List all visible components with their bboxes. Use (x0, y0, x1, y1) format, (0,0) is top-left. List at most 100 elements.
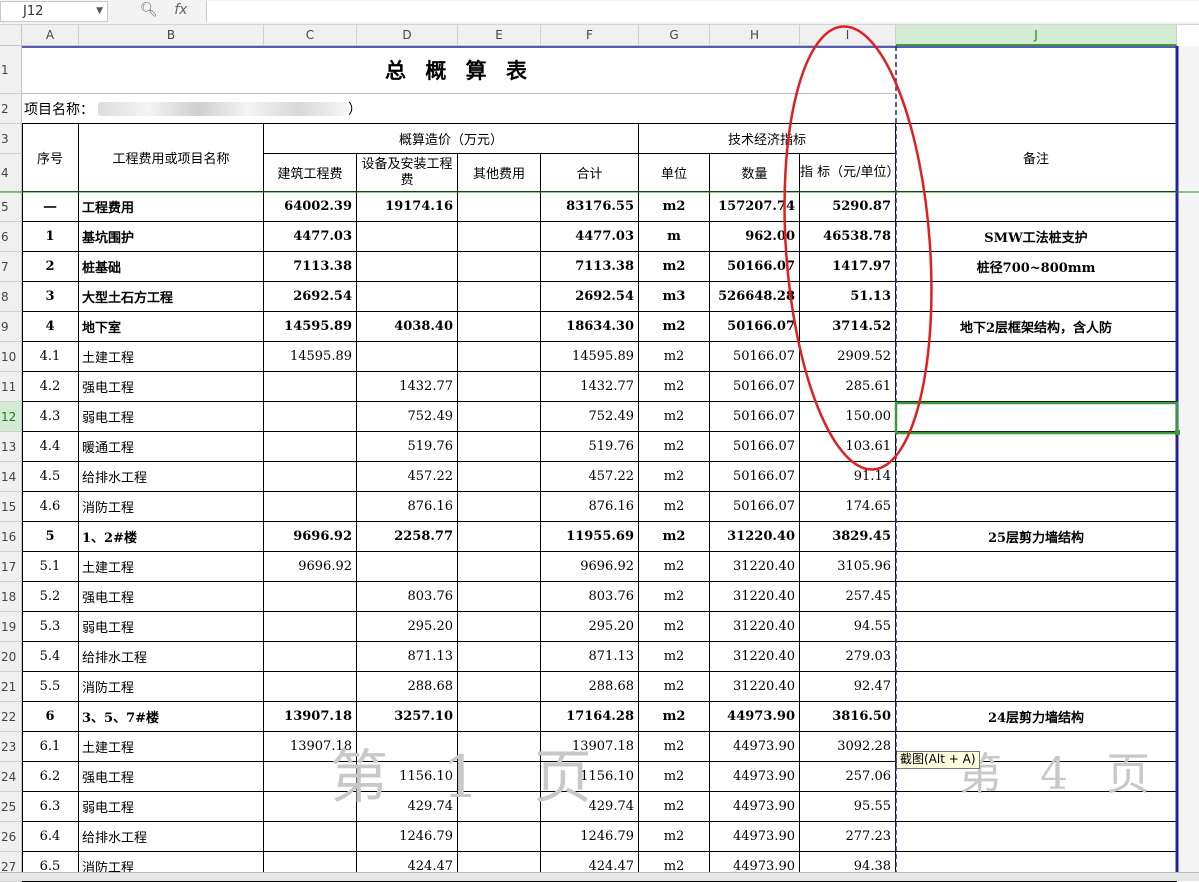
row-header-11[interactable]: 11 (0, 372, 22, 402)
table-cell-d[interactable]: 1156.10 (357, 762, 458, 792)
table-cell-name[interactable]: 弱电工程 (79, 612, 264, 642)
table-cell-c[interactable]: 14595.89 (264, 312, 357, 342)
table-cell-qty[interactable]: 31220.40 (710, 582, 800, 612)
table-cell-name[interactable]: 土建工程 (79, 342, 264, 372)
table-cell-qty[interactable]: 31220.40 (710, 672, 800, 702)
header-tech-group[interactable]: 技术经济指标 (639, 124, 896, 154)
table-cell-remark[interactable]: 25层剪力墙结构 (896, 522, 1177, 552)
table-cell-unit[interactable]: m2 (639, 402, 710, 432)
table-cell-unit[interactable]: m2 (639, 762, 710, 792)
table-cell-unit[interactable]: m (639, 222, 710, 252)
table-cell-c[interactable]: 2692.54 (264, 282, 357, 312)
table-cell-f[interactable]: 4477.03 (541, 222, 639, 252)
row-header-4[interactable]: 4 (0, 154, 22, 192)
row-header-20[interactable]: 20 (0, 642, 22, 672)
table-cell-seq[interactable]: 4.4 (22, 432, 79, 462)
table-cell-unit[interactable]: m2 (639, 372, 710, 402)
table-cell-remark[interactable] (896, 792, 1177, 822)
table-cell-seq[interactable]: 4.2 (22, 372, 79, 402)
table-cell-unit[interactable]: m2 (639, 582, 710, 612)
row-header-16[interactable]: 16 (0, 522, 22, 552)
table-cell-e[interactable] (458, 612, 541, 642)
table-cell-idx[interactable]: 51.13 (800, 282, 896, 312)
table-cell-d[interactable]: 3257.10 (357, 702, 458, 732)
row-header-3[interactable]: 3 (0, 124, 22, 154)
table-cell-remark[interactable] (896, 372, 1177, 402)
row-header-17[interactable]: 17 (0, 552, 22, 582)
table-cell-remark[interactable] (896, 402, 1177, 432)
table-cell-name[interactable]: 强电工程 (79, 762, 264, 792)
header-total[interactable]: 合计 (541, 154, 639, 192)
table-cell-remark[interactable]: 24层剪力墙结构 (896, 702, 1177, 732)
table-cell-e[interactable] (458, 792, 541, 822)
table-cell-name[interactable]: 桩基础 (79, 252, 264, 282)
table-cell-c[interactable] (264, 462, 357, 492)
table-cell-idx[interactable]: 46538.78 (800, 222, 896, 252)
table-cell-d[interactable]: 19174.16 (357, 192, 458, 222)
table-cell-remark[interactable] (896, 672, 1177, 702)
table-cell-c[interactable] (264, 432, 357, 462)
table-cell-remark[interactable] (896, 282, 1177, 312)
table-cell-name[interactable]: 强电工程 (79, 372, 264, 402)
header-remark[interactable]: 备注 (896, 124, 1177, 192)
table-cell-idx[interactable]: 3092.28 (800, 732, 896, 762)
table-cell-name[interactable]: 1、2#楼 (79, 522, 264, 552)
column-header-g[interactable]: G (639, 25, 710, 46)
table-cell-seq[interactable]: 4.1 (22, 342, 79, 372)
table-cell-f[interactable]: 18634.30 (541, 312, 639, 342)
table-cell-d[interactable] (357, 342, 458, 372)
table-cell-e[interactable] (458, 522, 541, 552)
table-cell-c[interactable]: 14595.89 (264, 342, 357, 372)
table-cell-qty[interactable]: 50166.07 (710, 402, 800, 432)
table-cell-d[interactable]: 871.13 (357, 642, 458, 672)
table-cell-qty[interactable]: 44973.90 (710, 822, 800, 852)
table-cell-name[interactable]: 给排水工程 (79, 642, 264, 672)
row-header-10[interactable]: 10 (0, 342, 22, 372)
table-cell-e[interactable] (458, 642, 541, 672)
table-cell-seq[interactable]: 2 (22, 252, 79, 282)
table-cell-idx[interactable]: 279.03 (800, 642, 896, 672)
column-header-a[interactable]: A (22, 25, 79, 46)
table-cell-f[interactable]: 2692.54 (541, 282, 639, 312)
table-cell-name[interactable]: 基坑围护 (79, 222, 264, 252)
row-header-5[interactable]: 5 (0, 192, 22, 222)
table-cell-d[interactable]: 519.76 (357, 432, 458, 462)
table-cell-remark[interactable] (896, 612, 1177, 642)
table-cell-seq[interactable]: 4.6 (22, 492, 79, 522)
table-cell-unit[interactable]: m2 (639, 822, 710, 852)
table-cell-unit[interactable]: m2 (639, 342, 710, 372)
column-header-c[interactable]: C (264, 25, 357, 46)
table-cell-qty[interactable]: 50166.07 (710, 312, 800, 342)
table-cell-unit[interactable]: m2 (639, 462, 710, 492)
row-header-2[interactable]: 2 (0, 94, 22, 124)
table-cell-c[interactable] (264, 402, 357, 432)
row-header-13[interactable]: 13 (0, 432, 22, 462)
header-index[interactable]: 指 标（元/单位） (800, 154, 896, 192)
table-cell-unit[interactable]: m2 (639, 432, 710, 462)
table-cell-seq[interactable]: 4.5 (22, 462, 79, 492)
table-cell-idx[interactable]: 174.65 (800, 492, 896, 522)
table-cell-unit[interactable]: m2 (639, 672, 710, 702)
table-cell-qty[interactable]: 44973.90 (710, 732, 800, 762)
table-cell-seq[interactable]: 5.3 (22, 612, 79, 642)
table-cell-d[interactable]: 1432.77 (357, 372, 458, 402)
table-cell-remark[interactable]: SMW工法桩支护 (896, 222, 1177, 252)
table-cell-seq[interactable]: 5 (22, 522, 79, 552)
table-cell-idx[interactable]: 257.06 (800, 762, 896, 792)
table-cell-d[interactable]: 295.20 (357, 612, 458, 642)
row-header-7[interactable]: 7 (0, 252, 22, 282)
table-cell-d[interactable]: 2258.77 (357, 522, 458, 552)
table-cell-idx[interactable]: 91.14 (800, 462, 896, 492)
table-cell-unit[interactable]: m2 (639, 252, 710, 282)
table-cell-name[interactable]: 地下室 (79, 312, 264, 342)
fx-icon[interactable]: fx (174, 2, 187, 18)
table-cell-qty[interactable]: 526648.28 (710, 282, 800, 312)
table-cell-c[interactable]: 64002.39 (264, 192, 357, 222)
table-cell-qty[interactable]: 50166.07 (710, 342, 800, 372)
table-cell-name[interactable]: 3、5、7#楼 (79, 702, 264, 732)
table-cell-e[interactable] (458, 672, 541, 702)
table-cell-qty[interactable]: 50166.07 (710, 252, 800, 282)
table-cell-idx[interactable]: 3105.96 (800, 552, 896, 582)
row-header-19[interactable]: 19 (0, 612, 22, 642)
table-cell-c[interactable] (264, 582, 357, 612)
